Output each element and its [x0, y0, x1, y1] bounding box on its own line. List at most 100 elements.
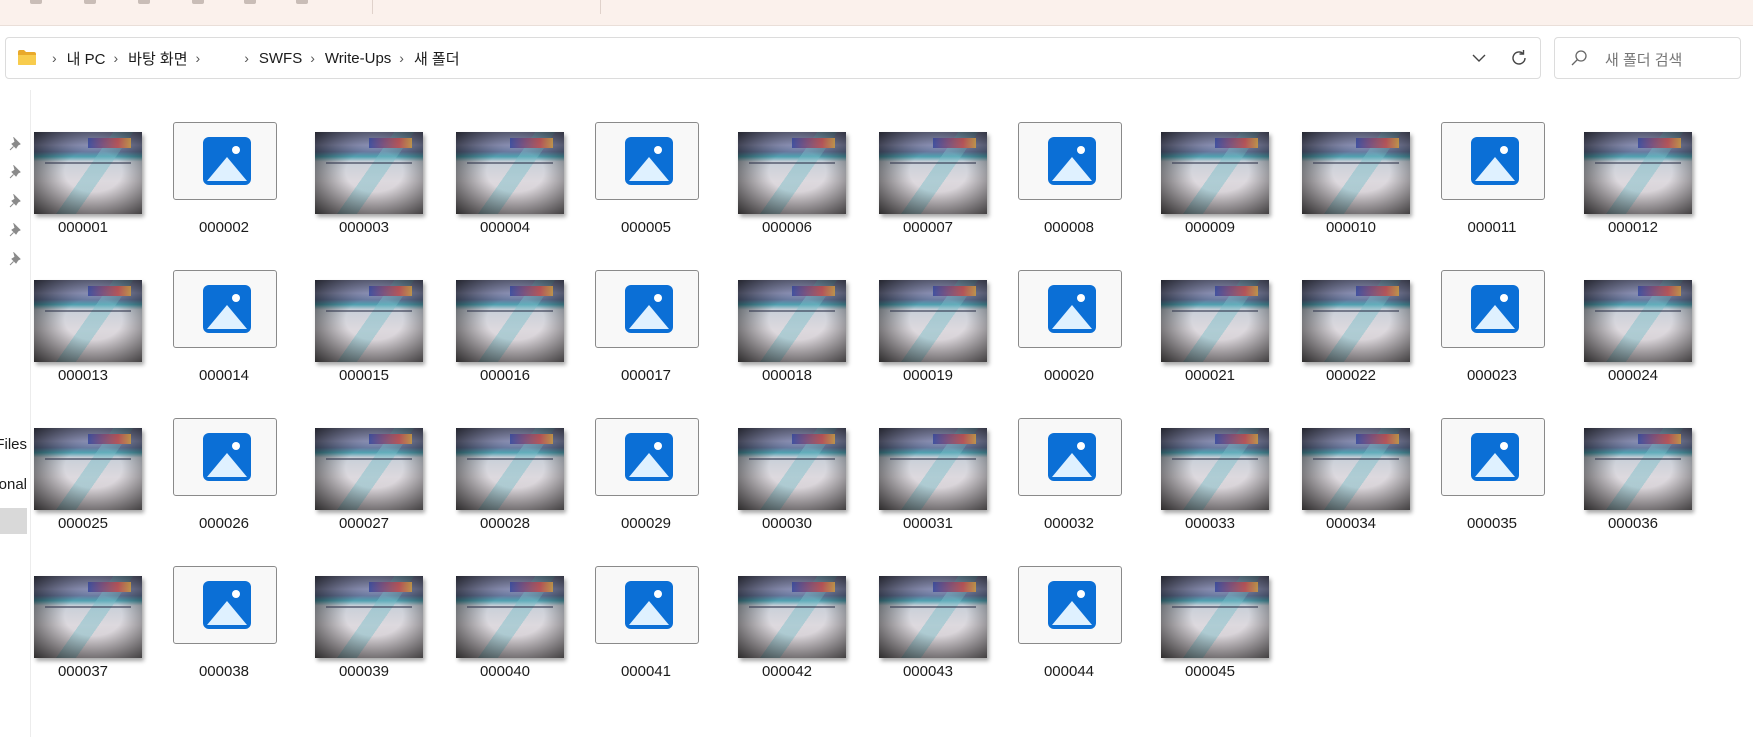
file-name: 000004 [479, 219, 531, 236]
file-name: 000040 [479, 663, 531, 680]
file-item[interactable]: 000036 [1567, 417, 1699, 549]
breadcrumb-item[interactable]: 내 PC [67, 48, 106, 69]
generic-file-tile [173, 270, 277, 348]
file-item[interactable]: 000024 [1567, 269, 1699, 401]
file-item[interactable]: 000025 [17, 417, 149, 549]
chevron-right-icon[interactable]: › [310, 50, 315, 66]
file-item[interactable]: 000007 [862, 121, 994, 253]
thumbnail-detail [88, 582, 132, 592]
file-item[interactable]: 000016 [439, 269, 571, 401]
file-item[interactable]: 000037 [17, 565, 149, 697]
chevron-down-icon[interactable] [1468, 47, 1490, 69]
file-item[interactable]: 000012 [1567, 121, 1699, 253]
file-item[interactable]: 000044 [1003, 565, 1135, 697]
cut-icon[interactable] [30, 0, 42, 4]
file-item[interactable]: 000034 [1285, 417, 1417, 549]
image-thumbnail [34, 428, 142, 510]
chevron-right-icon[interactable]: › [244, 50, 249, 66]
file-item[interactable]: 000014 [158, 269, 290, 401]
file-item[interactable]: 000021 [1144, 269, 1276, 401]
photos-app-icon [203, 581, 251, 629]
chevron-right-icon[interactable]: › [196, 50, 201, 66]
file-name: 000036 [1607, 515, 1659, 532]
image-thumbnail [315, 280, 423, 362]
file-item[interactable]: 000019 [862, 269, 994, 401]
file-name: 000020 [1043, 367, 1095, 384]
thumbnail-detail [1312, 457, 1400, 460]
thumbnail-detail [466, 457, 554, 460]
file-item[interactable]: 000026 [158, 417, 290, 549]
toolbar-divider [372, 0, 373, 14]
file-item[interactable]: 000013 [17, 269, 149, 401]
file-item[interactable]: 000002 [158, 121, 290, 253]
file-item[interactable]: 000018 [721, 269, 853, 401]
paste-icon[interactable] [138, 0, 150, 4]
generic-file-tile [1441, 122, 1545, 200]
file-item[interactable]: 000042 [721, 565, 853, 697]
share-icon[interactable] [244, 0, 256, 4]
thumbnail-detail [466, 605, 554, 608]
generic-file-tile [595, 418, 699, 496]
file-item[interactable]: 000039 [298, 565, 430, 697]
chevron-right-icon[interactable]: › [399, 50, 404, 66]
image-thumbnail [315, 132, 423, 214]
file-item[interactable]: 000005 [580, 121, 712, 253]
thumbnail-detail [1638, 434, 1682, 444]
file-item[interactable]: 000028 [439, 417, 571, 549]
breadcrumb-item[interactable]: Write-Ups [325, 50, 391, 67]
file-item[interactable]: 000023 [1426, 269, 1558, 401]
photos-app-icon [625, 137, 673, 185]
folder-icon [18, 50, 36, 65]
file-item[interactable]: 000006 [721, 121, 853, 253]
breadcrumb-item[interactable]: 바탕 화면 [128, 48, 187, 69]
rename-icon[interactable] [192, 0, 204, 4]
search-icon [1571, 50, 1587, 66]
thumbnail-detail [889, 605, 977, 608]
file-item[interactable]: 000045 [1144, 565, 1276, 697]
thumbnail-detail [466, 309, 554, 312]
file-item[interactable]: 000010 [1285, 121, 1417, 253]
file-item[interactable]: 000022 [1285, 269, 1417, 401]
file-item[interactable]: 000008 [1003, 121, 1135, 253]
pin-icon[interactable] [9, 252, 23, 266]
file-item[interactable]: 000003 [298, 121, 430, 253]
file-item[interactable]: 000009 [1144, 121, 1276, 253]
address-bar[interactable]: › 내 PC › 바탕 화면 › › SWFS › Write-Ups › 새 … [5, 37, 1541, 79]
file-item[interactable]: 000043 [862, 565, 994, 697]
search-input[interactable]: 새 폴더 검색 [1605, 49, 1682, 70]
copy-icon[interactable] [84, 0, 96, 4]
file-item[interactable]: 000035 [1426, 417, 1558, 549]
file-item[interactable]: 000015 [298, 269, 430, 401]
thumbnail-detail [933, 138, 977, 148]
breadcrumb-item[interactable]: SWFS [259, 50, 302, 67]
file-item[interactable]: 000040 [439, 565, 571, 697]
thumbnail-detail [1171, 457, 1259, 460]
file-name: 000017 [620, 367, 672, 384]
file-item[interactable]: 000033 [1144, 417, 1276, 549]
chevron-right-icon[interactable]: › [52, 50, 57, 66]
file-item[interactable]: 000020 [1003, 269, 1135, 401]
file-item[interactable]: 000032 [1003, 417, 1135, 549]
delete-icon[interactable] [296, 0, 308, 4]
refresh-icon[interactable] [1508, 47, 1530, 69]
file-item[interactable]: 000030 [721, 417, 853, 549]
file-item[interactable]: 000001 [17, 121, 149, 253]
chevron-right-icon[interactable]: › [113, 50, 118, 66]
file-name: 000019 [902, 367, 954, 384]
search-box[interactable]: 새 폴더 검색 [1554, 37, 1741, 79]
image-thumbnail [879, 576, 987, 658]
file-item[interactable]: 000027 [298, 417, 430, 549]
thumbnail-detail [1171, 161, 1259, 164]
file-item[interactable]: 000011 [1426, 121, 1558, 253]
thumbnail-detail [369, 138, 413, 148]
file-item[interactable]: 000031 [862, 417, 994, 549]
file-item[interactable]: 000004 [439, 121, 571, 253]
file-name: 000011 [1467, 219, 1517, 236]
file-item[interactable]: 000017 [580, 269, 712, 401]
thumbnail-detail [1594, 457, 1682, 460]
breadcrumb-item[interactable]: 새 폴더 [414, 48, 460, 69]
file-item[interactable]: 000029 [580, 417, 712, 549]
file-item[interactable]: 000041 [580, 565, 712, 697]
file-item[interactable]: 000038 [158, 565, 290, 697]
photos-app-icon [203, 433, 251, 481]
